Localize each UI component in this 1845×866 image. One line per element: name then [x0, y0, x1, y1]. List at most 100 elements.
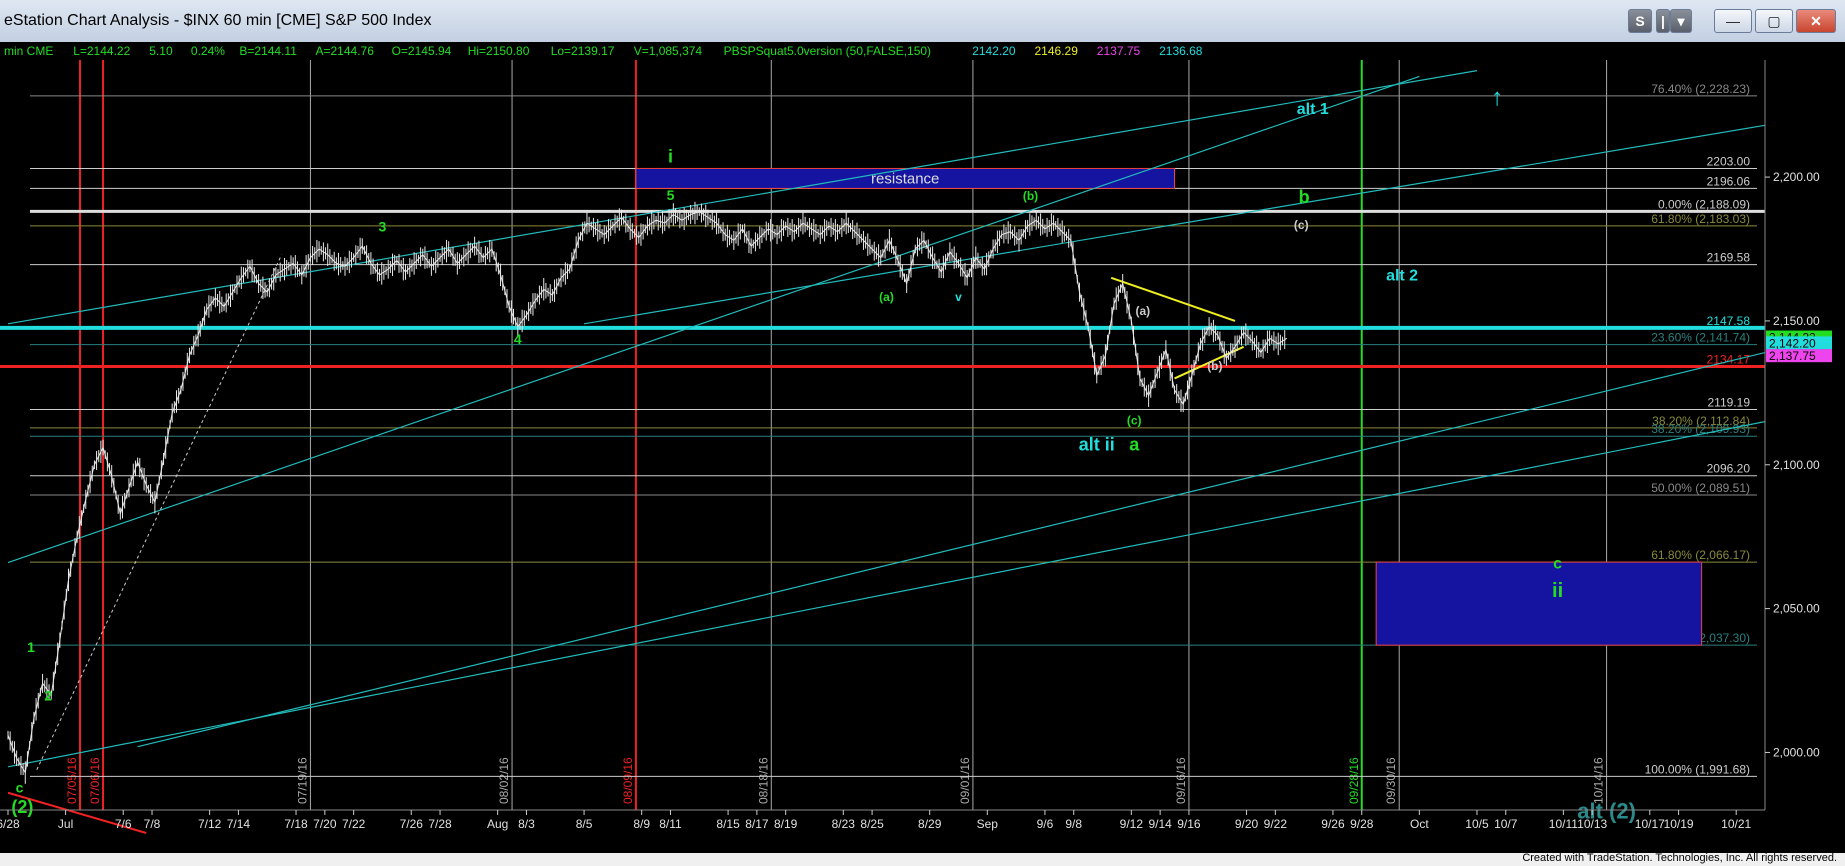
window-titlebar: eStation Chart Analysis - $INX 60 min [C…	[0, 0, 1845, 43]
x-tick-label: 7/20	[313, 817, 337, 831]
separator-button[interactable]: |	[1656, 9, 1670, 33]
dropdown-button[interactable]: ▾	[1670, 9, 1692, 33]
x-tick-label: 8/19	[774, 817, 798, 831]
wave-label: v	[955, 290, 962, 304]
chart-background	[0, 42, 1845, 853]
level-label: 2169.58	[1707, 251, 1751, 265]
level-label: 100.00% (1,991.68)	[1645, 762, 1750, 776]
window-title: eStation Chart Analysis - $INX 60 min [C…	[4, 12, 432, 29]
date-marker-label: 07/06/16	[88, 757, 102, 804]
price-chart[interactable]: min CME L=2144.22 5.10 0.24% B=2144.11 A=2144…	[0, 42, 1845, 853]
y-tick-label: 2,050.00	[1773, 602, 1820, 616]
x-tick-label: 10/5	[1465, 817, 1489, 831]
status-item: PBSPSquat5.0version (50,FALSE,150)	[724, 44, 931, 58]
wave-label: b	[1299, 187, 1310, 207]
level-label: 23.60% (2,141.74)	[1651, 331, 1750, 345]
x-tick-label: 9/26	[1321, 817, 1345, 831]
x-tick-label: 8/23	[832, 817, 856, 831]
wave-label: ↑	[1491, 84, 1503, 111]
x-tick-label: 9/12	[1120, 817, 1144, 831]
date-marker-label: 08/02/16	[497, 757, 511, 804]
credit-text: Created with TradeStation. Technologies,…	[1522, 852, 1837, 864]
y-tick-label: 2,000.00	[1773, 745, 1820, 759]
x-tick-label: 9/20	[1235, 817, 1259, 831]
level-label: 76.40% (2,228.23)	[1651, 82, 1750, 96]
x-tick-label: 10/17	[1635, 817, 1665, 831]
x-tick-label: 10/13	[1577, 817, 1607, 831]
wave-label: i	[668, 147, 673, 167]
status-item: 2146.29	[1035, 44, 1079, 58]
x-tick-label: Aug	[487, 817, 508, 831]
status-item: 2137.75	[1097, 44, 1141, 58]
status-item: L=2144.22	[73, 44, 130, 58]
minimize-button[interactable]: —	[1714, 9, 1752, 33]
x-tick-label: 10/7	[1494, 817, 1518, 831]
wave-label: (a)	[879, 290, 894, 304]
level-label: 0.00% (2,188.09)	[1658, 197, 1750, 211]
wave-label: 3	[379, 219, 387, 235]
level-label: 2147.58	[1707, 314, 1751, 328]
status-item: V=1,085,374	[634, 44, 703, 58]
x-tick-label: 8/15	[716, 817, 740, 831]
x-tick-label: 6/28	[0, 817, 20, 831]
level-label: 2203.00	[1707, 154, 1751, 168]
wave-label: alt 2	[1386, 268, 1418, 285]
status-item: Lo=2139.17	[551, 44, 615, 58]
wave-label: (c)	[1127, 413, 1142, 427]
x-tick-label: Sep	[977, 817, 999, 831]
status-item: 5.10	[149, 44, 173, 58]
wave-label: (b)	[1207, 359, 1222, 373]
wave-label: ii	[1552, 580, 1563, 602]
date-marker-label: 10/14/16	[1592, 757, 1606, 804]
wave-label: (a)	[1136, 304, 1151, 318]
x-tick-label: 7/22	[342, 817, 366, 831]
status-item: 2142.20	[972, 44, 1016, 58]
wave-label: 4	[514, 331, 522, 347]
x-tick-label: 9/8	[1065, 817, 1082, 831]
wave-label: c	[1553, 555, 1562, 572]
x-tick-label: 9/22	[1264, 817, 1288, 831]
x-tick-label: 8/11	[659, 817, 682, 831]
target-box	[1375, 561, 1703, 646]
x-tick-label: 8/9	[633, 817, 650, 831]
level-label: 2134.17	[1707, 352, 1751, 366]
date-marker-label: 07/19/16	[295, 757, 309, 804]
level-label: 2096.20	[1707, 462, 1751, 476]
wave-label: 1	[27, 639, 35, 655]
y-tick-label: 2,100.00	[1773, 458, 1820, 472]
x-tick-label: 10/21	[1721, 817, 1751, 831]
maximize-button[interactable]: ▢	[1755, 9, 1793, 33]
x-tick-label: 8/25	[860, 817, 884, 831]
x-tick-label: 9/6	[1037, 817, 1054, 831]
status-item: A=2144.76	[316, 44, 375, 58]
date-marker-label: 08/09/16	[621, 757, 635, 804]
s-menu-button[interactable]: S	[1628, 9, 1652, 33]
y-tick-label: 2,150.00	[1773, 314, 1820, 328]
level-label: 61.80% (2,066.17)	[1651, 548, 1750, 562]
wave-label: a	[1129, 434, 1140, 454]
wave-label: c	[16, 780, 24, 796]
status-item: O=2145.94	[392, 44, 452, 58]
level-label: 2196.06	[1707, 174, 1751, 188]
x-tick-label: 7/28	[428, 817, 452, 831]
status-item: 2136.68	[1159, 44, 1203, 58]
level-label: 2119.19	[1708, 396, 1751, 410]
close-button[interactable]: ✕	[1796, 9, 1836, 33]
level-label: 61.80% (2,183.03)	[1651, 212, 1750, 226]
x-tick-label: 7/14	[227, 817, 251, 831]
status-item: 0.24%	[191, 44, 225, 58]
x-tick-label: 10/11	[1549, 817, 1578, 831]
date-marker-label: 09/30/16	[1384, 757, 1398, 804]
x-tick-label: 8/3	[518, 817, 535, 831]
date-marker-label: 09/28/16	[1347, 757, 1361, 804]
wave-label: (b)	[1023, 189, 1038, 203]
x-tick-label: 7/26	[400, 817, 424, 831]
x-tick-label: 9/16	[1177, 817, 1201, 831]
x-tick-label: 7/12	[198, 817, 222, 831]
wave-label: 5	[667, 187, 675, 203]
x-tick-label: 7/8	[144, 817, 161, 831]
wave-label: 2	[44, 688, 52, 704]
status-item: Hi=2150.80	[468, 44, 530, 58]
wave-label: alt ii	[1079, 434, 1115, 454]
date-marker-label: 07/05/16	[65, 757, 79, 804]
